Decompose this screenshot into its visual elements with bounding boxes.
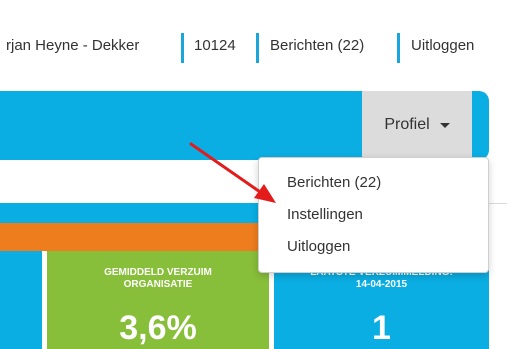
separator	[256, 33, 259, 63]
tile-title: GEMIDDELD VERZUIM ORGANISATIE	[104, 267, 212, 290]
tile-date: 14-04-2015	[355, 279, 408, 290]
caret-down-icon	[439, 123, 450, 128]
messages-link[interactable]: Berichten (22)	[270, 37, 364, 54]
profile-menu: Berichten (22) Instellingen Uitloggen	[258, 157, 489, 273]
menu-item-settings[interactable]: Instellingen	[287, 206, 363, 223]
separator	[181, 33, 184, 63]
top-bar: rjan Heyne - Dekker 10124 Berichten (22)…	[0, 0, 507, 88]
user-name[interactable]: rjan Heyne - Dekker	[6, 37, 139, 54]
profile-dropdown-button[interactable]: Profiel	[362, 91, 472, 158]
menu-item-messages[interactable]: Berichten (22)	[287, 174, 381, 191]
tile-value: 3,6%	[119, 309, 197, 347]
logout-link[interactable]: Uitloggen	[411, 37, 474, 54]
menu-item-logout[interactable]: Uitloggen	[287, 238, 350, 255]
separator	[397, 33, 400, 63]
user-id[interactable]: 10124	[194, 37, 236, 54]
profile-label: Profiel	[384, 115, 430, 133]
tile-value: 1	[372, 309, 391, 347]
tile-average-absence: GEMIDDELD VERZUIM ORGANISATIE 3,6%	[47, 251, 269, 349]
tile-partial	[0, 251, 42, 349]
